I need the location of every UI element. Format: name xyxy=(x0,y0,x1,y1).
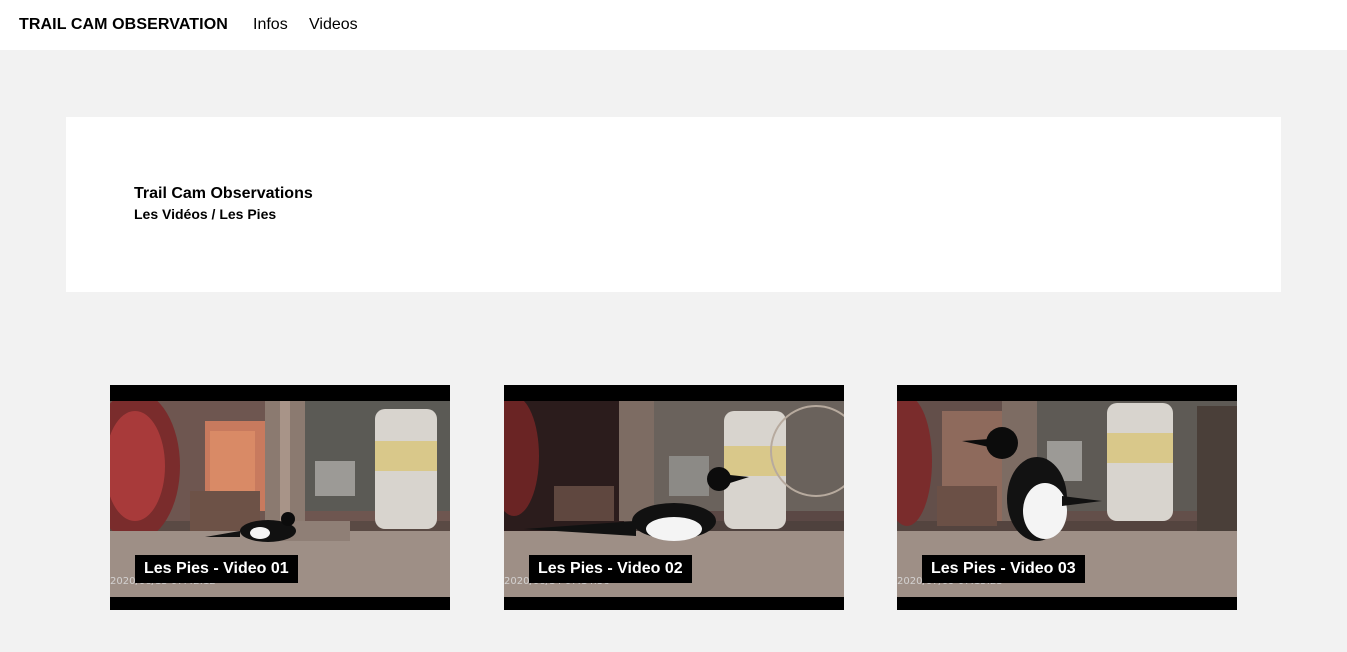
video-card-01[interactable]: 2020/06/13 07:42:12 Les Pies - Video 01 xyxy=(110,385,450,610)
top-navbar: TRAIL CAM OBSERVATION Infos Videos xyxy=(0,0,1347,50)
page-title: Trail Cam Observations xyxy=(134,185,313,202)
video-title-01[interactable]: Les Pies - Video 01 xyxy=(135,555,298,583)
nav-link-infos[interactable]: Infos xyxy=(253,16,288,34)
video-card-02[interactable]: 2020/06/14 07:14:56 Les Pies - Video 02 xyxy=(504,385,844,610)
nav-link-videos[interactable]: Videos xyxy=(309,16,358,34)
page-subtitle: Les Vidéos / Les Pies xyxy=(134,206,277,222)
site-brand[interactable]: TRAIL CAM OBSERVATION xyxy=(19,16,228,34)
video-card-03[interactable]: 2020/07/09 07:15:23 Les Pies - Video 03 xyxy=(897,385,1237,610)
video-title-02[interactable]: Les Pies - Video 02 xyxy=(529,555,692,583)
hero-panel: Trail Cam Observations Les Vidéos / Les … xyxy=(66,117,1281,292)
video-title-03[interactable]: Les Pies - Video 03 xyxy=(922,555,1085,583)
